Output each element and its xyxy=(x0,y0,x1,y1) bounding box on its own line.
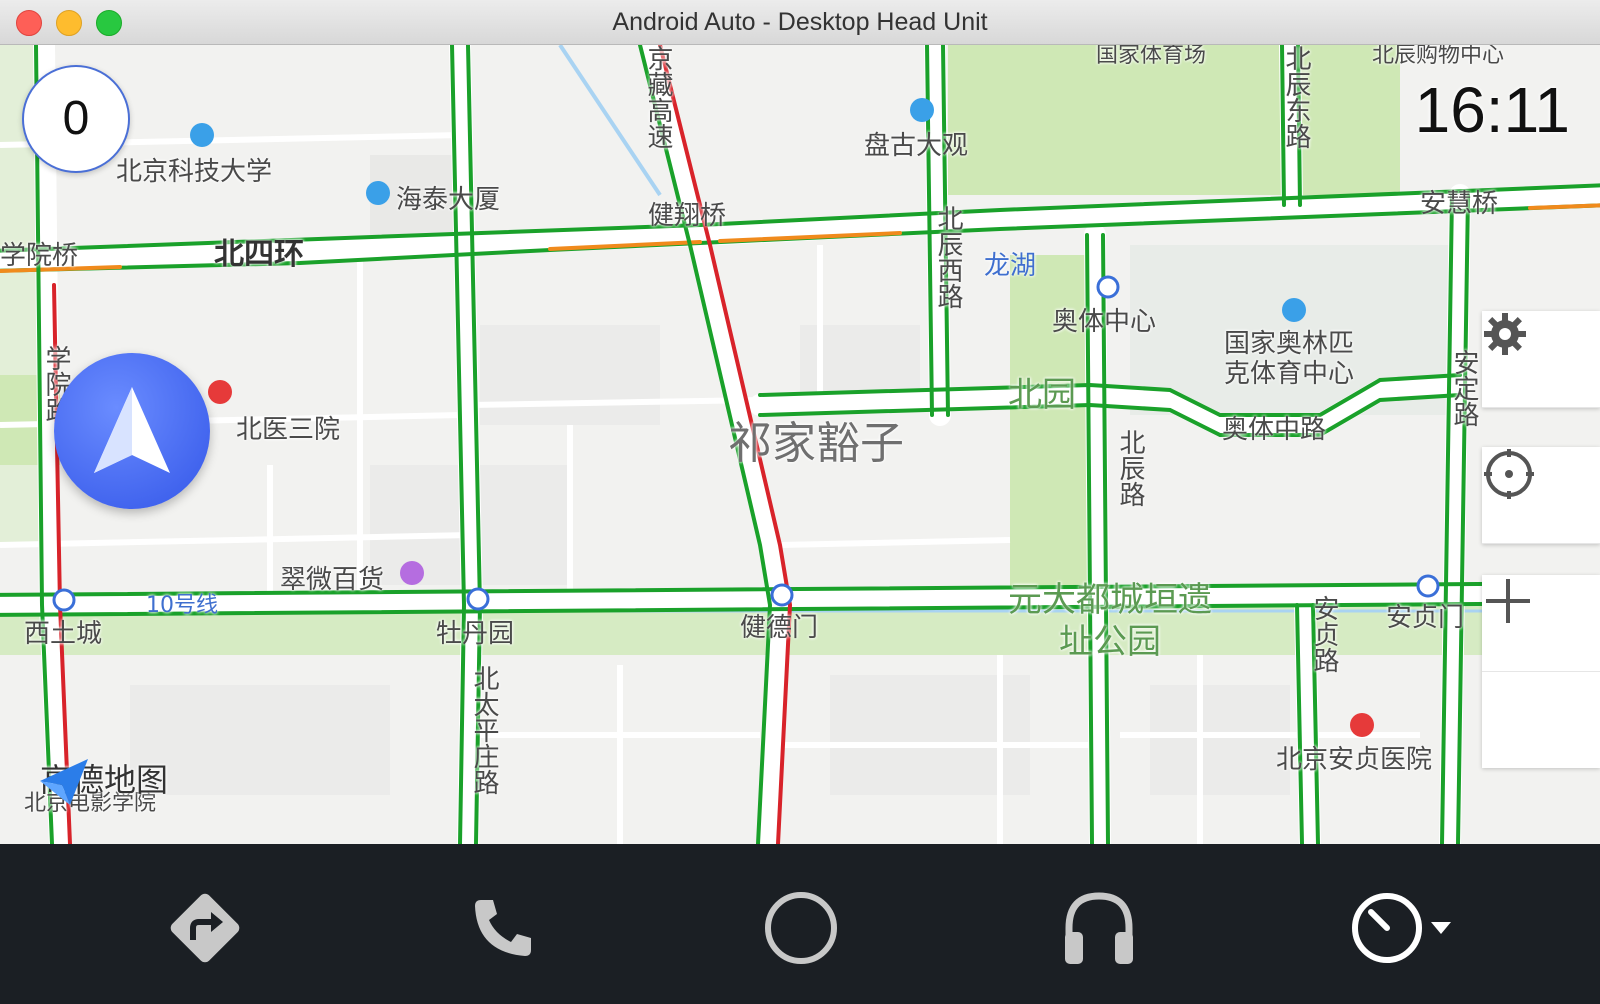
poi-label-olympic-center: 国家奥林匹克体育中心 xyxy=(1224,329,1355,389)
poi-label-shopping: 北辰购物中心 xyxy=(1372,45,1505,68)
station-label-andingmen: 安贞门 xyxy=(1386,603,1465,633)
phone-app-button[interactable] xyxy=(448,873,558,983)
station-label-mudanyuan: 牡丹园 xyxy=(436,619,515,649)
station-label-xitucheng: 西土城 xyxy=(24,619,103,649)
home-button[interactable] xyxy=(746,873,856,983)
locate-icon xyxy=(1484,449,1534,499)
road-label-beichen-west: 北辰西路 xyxy=(933,205,963,309)
dashboard-app-button[interactable] xyxy=(1338,873,1468,983)
speed-indicator: 0 xyxy=(22,65,130,173)
clock: 16:11 xyxy=(1414,74,1570,146)
bridge-label-xueyuan: 学院桥 xyxy=(0,241,79,271)
metro-label-line10: 10号线 xyxy=(146,593,218,618)
road-label-anzhen: 安贞路 xyxy=(1309,595,1339,673)
poi-label-hospital3: 北医三院 xyxy=(236,415,341,445)
station-label-jiandemen: 健德门 xyxy=(740,613,819,643)
bridge-label-anhui: 安慧桥 xyxy=(1420,189,1499,219)
directions-icon xyxy=(170,893,240,963)
map-provider-logo: 高德地图 xyxy=(36,755,168,805)
recenter-button[interactable] xyxy=(1482,447,1600,544)
road-label-north-4th-ring: 北四环 xyxy=(214,237,304,272)
navigate-button[interactable] xyxy=(54,353,210,509)
settings-cell[interactable] xyxy=(1482,311,1600,408)
park-label-beiyuan: 北园 xyxy=(1008,375,1076,415)
desktop-head-unit-window: Android Auto - Desktop Head Unit 祁家豁子 北四… xyxy=(0,0,1600,1004)
bridge-label-jianxiang: 健翔桥 xyxy=(648,201,727,231)
area-label-qijiahuozi: 祁家豁子 xyxy=(728,418,904,469)
poi-label-anzhen-hospital: 北京安贞医院 xyxy=(1276,745,1433,775)
map-view[interactable]: 祁家豁子 北四环 学院桥 健翔桥 安慧桥 京藏高速 北京科技大学 海泰大厦 盘古… xyxy=(0,45,1600,844)
media-app-button[interactable] xyxy=(1044,873,1154,983)
park-label-yuandadu: 元大都城垣遗址公园 xyxy=(1008,580,1212,662)
station-label-aoti: 奥体中心 xyxy=(1052,307,1157,337)
poi-label-longhu: 龙湖 xyxy=(984,251,1037,281)
road-label-anding: 安定路 xyxy=(1449,349,1479,427)
speedometer-icon xyxy=(1352,893,1451,963)
gear-icon xyxy=(1484,313,1526,355)
headphones-icon xyxy=(1065,892,1133,964)
poi-label-stadium: 国家体育场 xyxy=(1096,45,1207,68)
poi-label-ustb: 北京科技大学 xyxy=(116,157,273,187)
road-label-beitaiping: 北太平庄路 xyxy=(469,665,499,795)
navigation-arrow-icon xyxy=(94,387,170,473)
amap-logo-icon xyxy=(40,759,88,805)
poi-label-pangu: 盘古大观 xyxy=(864,131,969,161)
poi-label-haitai: 海泰大厦 xyxy=(396,185,501,215)
navigation-app-button[interactable] xyxy=(150,873,260,983)
minus-icon xyxy=(1486,599,1530,603)
title-bar: Android Auto - Desktop Head Unit xyxy=(0,0,1600,45)
window-title: Android Auto - Desktop Head Unit xyxy=(612,8,988,36)
road-label-beichen: 北辰路 xyxy=(1115,429,1145,507)
road-label-aoti-road: 奥体中路 xyxy=(1222,415,1327,445)
settings-button[interactable] xyxy=(1482,311,1600,408)
road-label-highway: 京藏高速 xyxy=(643,45,673,149)
zoom-out-button[interactable] xyxy=(1482,599,1600,768)
home-circle-icon xyxy=(765,892,837,964)
road-label-beichen-east: 北辰东路 xyxy=(1281,45,1311,149)
bottom-navigation-bar xyxy=(0,845,1600,1004)
zoom-controls xyxy=(1482,575,1600,768)
recenter-cell[interactable] xyxy=(1482,447,1600,544)
phone-icon xyxy=(475,900,531,956)
poi-label-cuiwei: 翠微百货 xyxy=(280,565,385,595)
